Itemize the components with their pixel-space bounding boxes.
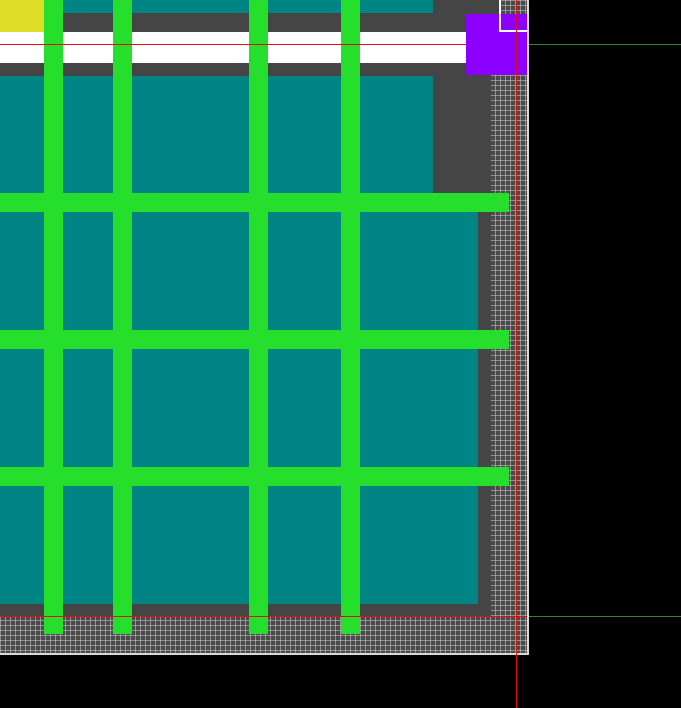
upper-substrate-region xyxy=(0,76,433,193)
main-substrate-region xyxy=(0,193,478,604)
vertical-route xyxy=(341,0,360,634)
vertical-guide xyxy=(516,0,517,708)
layout-canvas[interactable] xyxy=(0,0,529,655)
board-edge-right xyxy=(527,0,529,655)
vertical-route xyxy=(113,0,132,634)
vertical-route xyxy=(44,0,63,634)
top-boundary-line xyxy=(0,44,466,45)
top-substrate-region xyxy=(44,0,433,13)
horizontal-guide xyxy=(529,616,681,617)
bottom-boundary-line xyxy=(0,616,529,617)
vertical-route xyxy=(249,0,268,634)
horizontal-guide xyxy=(529,44,681,45)
corner-pad xyxy=(0,0,44,32)
layout-viewport[interactable] xyxy=(0,0,681,708)
corner-marker-icon xyxy=(499,0,529,32)
board-edge-bottom xyxy=(0,653,529,655)
power-rail xyxy=(0,32,466,63)
